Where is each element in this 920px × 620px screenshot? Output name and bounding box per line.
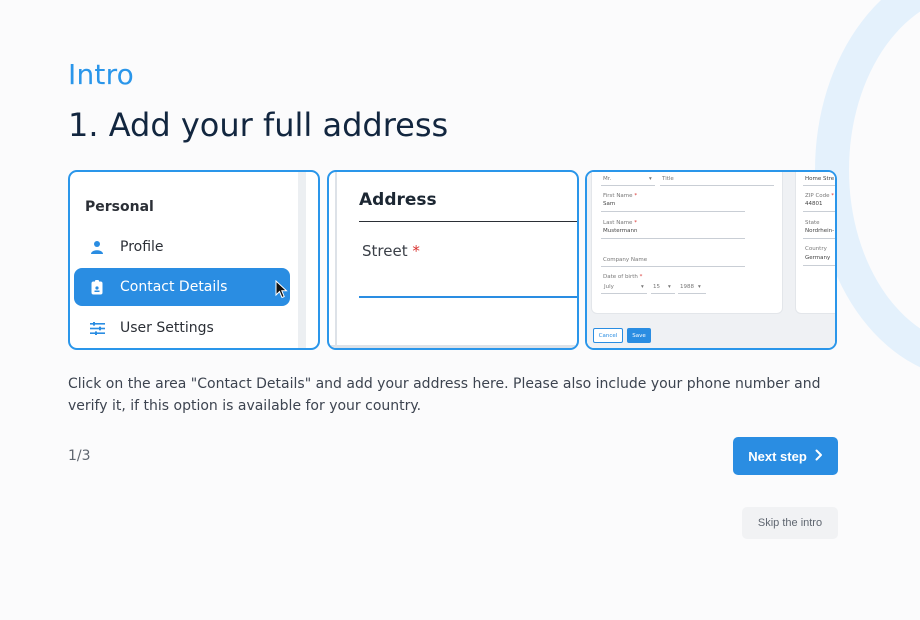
mouse-pointer-icon bbox=[275, 279, 288, 303]
mini-cancel-button: Cancel bbox=[593, 328, 623, 343]
mini-line bbox=[601, 293, 647, 294]
preview-heading-rule bbox=[359, 221, 577, 222]
preview-item-contact-details: Contact Details bbox=[74, 268, 290, 306]
preview-form-panel-secondary bbox=[795, 172, 835, 314]
street-label-text: Street bbox=[362, 242, 408, 260]
sliders-icon bbox=[88, 319, 106, 337]
mini-zip-value: 44801 bbox=[805, 201, 823, 207]
preview-item-user-settings: User Settings bbox=[74, 309, 290, 347]
required-mark: * bbox=[412, 242, 420, 260]
next-step-label: Next step bbox=[748, 448, 807, 464]
preview-item-profile: Profile bbox=[74, 228, 290, 266]
mini-dob-year: 1988 bbox=[680, 284, 694, 290]
preview-street-label: Street * bbox=[362, 242, 420, 260]
mini-zip-label: ZIP Code * bbox=[805, 193, 835, 199]
mini-title-placeholder: Title bbox=[662, 176, 674, 182]
mini-country-label: Country bbox=[805, 246, 827, 252]
preview-card-address: Address Street * bbox=[327, 170, 579, 350]
mini-line bbox=[601, 238, 745, 239]
mini-last-name-label: Last Name * bbox=[603, 220, 637, 226]
mini-line bbox=[803, 185, 835, 186]
preview-divider bbox=[335, 172, 337, 348]
mini-dob-month: July bbox=[604, 284, 614, 290]
mini-company-label: Company Name bbox=[603, 257, 648, 263]
preview-item-label: Profile bbox=[120, 239, 164, 255]
preview-bottom-border bbox=[329, 345, 577, 348]
preview-section-label: Personal bbox=[85, 199, 154, 215]
mini-line bbox=[651, 293, 675, 294]
mini-line bbox=[803, 238, 835, 239]
mini-chevron-down-icon: ▾ bbox=[649, 176, 652, 182]
preview-scrollbar bbox=[298, 172, 306, 348]
preview-street-underline bbox=[359, 296, 577, 298]
person-icon bbox=[88, 238, 106, 256]
intro-page: Intro 1. Add your full address Personal … bbox=[0, 0, 920, 620]
mini-line bbox=[803, 211, 835, 212]
chevron-right-icon bbox=[815, 449, 823, 464]
mini-first-name-value: Sam bbox=[603, 201, 616, 207]
mini-chevron-down-icon: ▾ bbox=[698, 284, 701, 290]
mini-chevron-down-icon: ▾ bbox=[668, 284, 671, 290]
mini-dob-day: 15 bbox=[653, 284, 660, 290]
next-step-button[interactable]: Next step bbox=[733, 437, 838, 475]
mini-line bbox=[601, 185, 655, 186]
contact-card-icon bbox=[88, 278, 106, 296]
mini-state-value: Nordrhein- bbox=[805, 228, 835, 234]
step-title: 1. Add your full address bbox=[68, 106, 449, 144]
skip-intro-button[interactable]: Skip the intro bbox=[742, 507, 838, 539]
mini-country-value: Germany bbox=[805, 255, 831, 261]
step-counter: 1/3 bbox=[68, 448, 91, 464]
mini-line bbox=[803, 265, 835, 266]
preview-card-sidebar: Personal Profile Contact Details User Se… bbox=[68, 170, 320, 350]
mini-state-label: State bbox=[805, 220, 820, 226]
preview-card-form: Mr. ▾ Title First Name * Sam Last Name *… bbox=[585, 170, 837, 350]
mini-line bbox=[601, 266, 745, 267]
mini-line bbox=[660, 185, 774, 186]
step-description: Click on the area "Contact Details" and … bbox=[68, 376, 821, 414]
preview-item-label: User Settings bbox=[120, 320, 214, 336]
mini-salutation: Mr. bbox=[603, 176, 612, 182]
mini-line bbox=[601, 211, 745, 212]
preview-item-label: Contact Details bbox=[120, 279, 228, 295]
mini-line bbox=[678, 293, 706, 294]
mini-save-button: Save bbox=[627, 328, 651, 343]
mini-first-name-label: First Name * bbox=[603, 193, 638, 199]
mini-dob-label: Date of birth * bbox=[603, 274, 643, 280]
preview-address-heading: Address bbox=[359, 190, 437, 210]
mini-chevron-down-icon: ▾ bbox=[641, 284, 644, 290]
mini-last-name-value: Mustermann bbox=[603, 228, 638, 234]
intro-eyebrow: Intro bbox=[68, 58, 135, 91]
mini-street-value: Home Stre bbox=[805, 176, 835, 182]
